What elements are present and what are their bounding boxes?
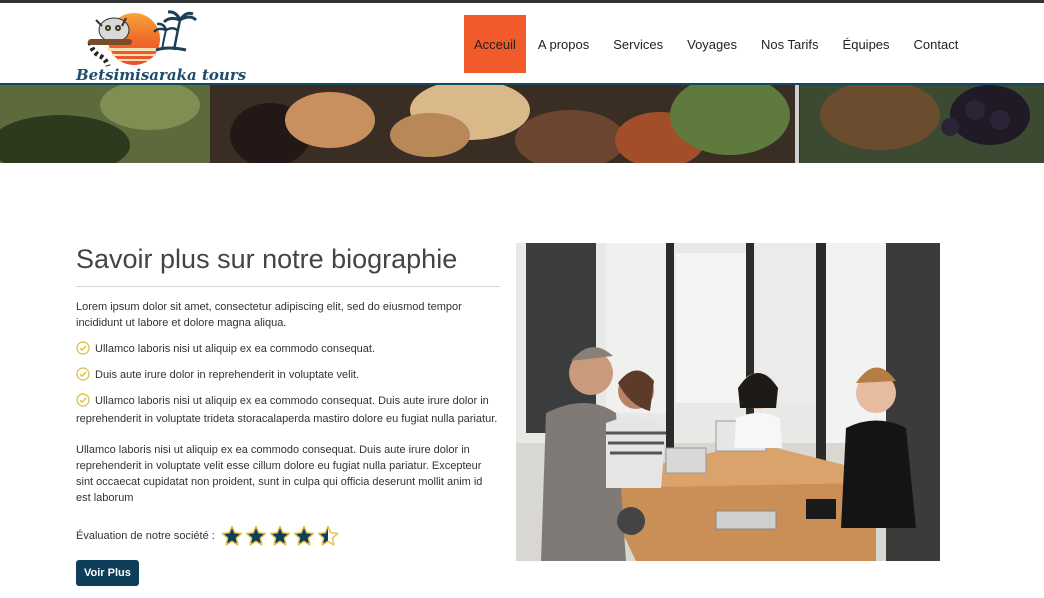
check-circle-icon [76,393,90,407]
rating-label: Évaluation de notre société : [76,530,215,542]
title-divider [76,286,500,287]
star-full-icon [269,525,291,546]
check-circle-icon [76,341,90,355]
rating-stars [221,525,341,547]
about-section: Savoir plus sur notre biographie Lorem i… [76,243,500,506]
brand-name: Betsimisaraka tours [76,66,247,84]
team-working-photo-icon [516,243,940,561]
nav-item-equipes[interactable]: Équipes [831,15,902,73]
checklist-text: Ullamco laboris nisi ut aliquip ex ea co… [95,343,376,355]
nav-item-acceuil[interactable]: Acceuil [464,15,526,73]
star-full-icon [245,525,267,546]
hero-banner-image [0,85,1044,163]
nav-item-contact[interactable]: Contact [902,15,971,73]
nav-item-nos-tarifs[interactable]: Nos Tarifs [749,15,831,73]
logo-emblem-icon [87,10,198,67]
about-intro: Lorem ipsum dolor sit amet, consectetur … [76,301,462,329]
checklist-text: Ullamco laboris nisi ut aliquip ex ea co… [76,395,498,425]
fruit-photo-icon [0,85,1044,163]
nav-item-services[interactable]: Services [601,15,675,73]
site-header: Betsimisaraka tours Acceuil A propos Servi… [0,3,1044,84]
main-nav: Acceuil A propos Services Voyages Nos Tarifs… [464,15,970,73]
star-full-icon [293,525,315,546]
company-rating: Évaluation de notre société : [76,525,341,547]
checklist: Ullamco laboris nisi ut aliquip ex ea co… [76,340,500,428]
brand-logo[interactable]: Betsimisaraka tours [76,6,246,86]
check-circle-icon [76,367,90,381]
team-photo [516,243,940,561]
star-half-icon [317,525,339,546]
checklist-item: Ullamco laboris nisi ut aliquip ex ea co… [76,340,500,358]
checklist-text: Duis aute irure dolor in reprehenderit i… [95,369,360,381]
about-paragraph: Ullamco laboris nisi ut aliquip ex ea co… [76,444,483,504]
nav-item-a-propos[interactable]: A propos [526,15,601,73]
star-full-icon [221,525,243,546]
checklist-item: Ullamco laboris nisi ut aliquip ex ea co… [76,392,500,428]
nav-item-voyages[interactable]: Voyages [675,15,749,73]
checklist-item: Duis aute irure dolor in reprehenderit i… [76,366,500,384]
about-title: Savoir plus sur notre biographie [76,244,458,274]
see-more-button[interactable]: Voir Plus [76,560,139,586]
